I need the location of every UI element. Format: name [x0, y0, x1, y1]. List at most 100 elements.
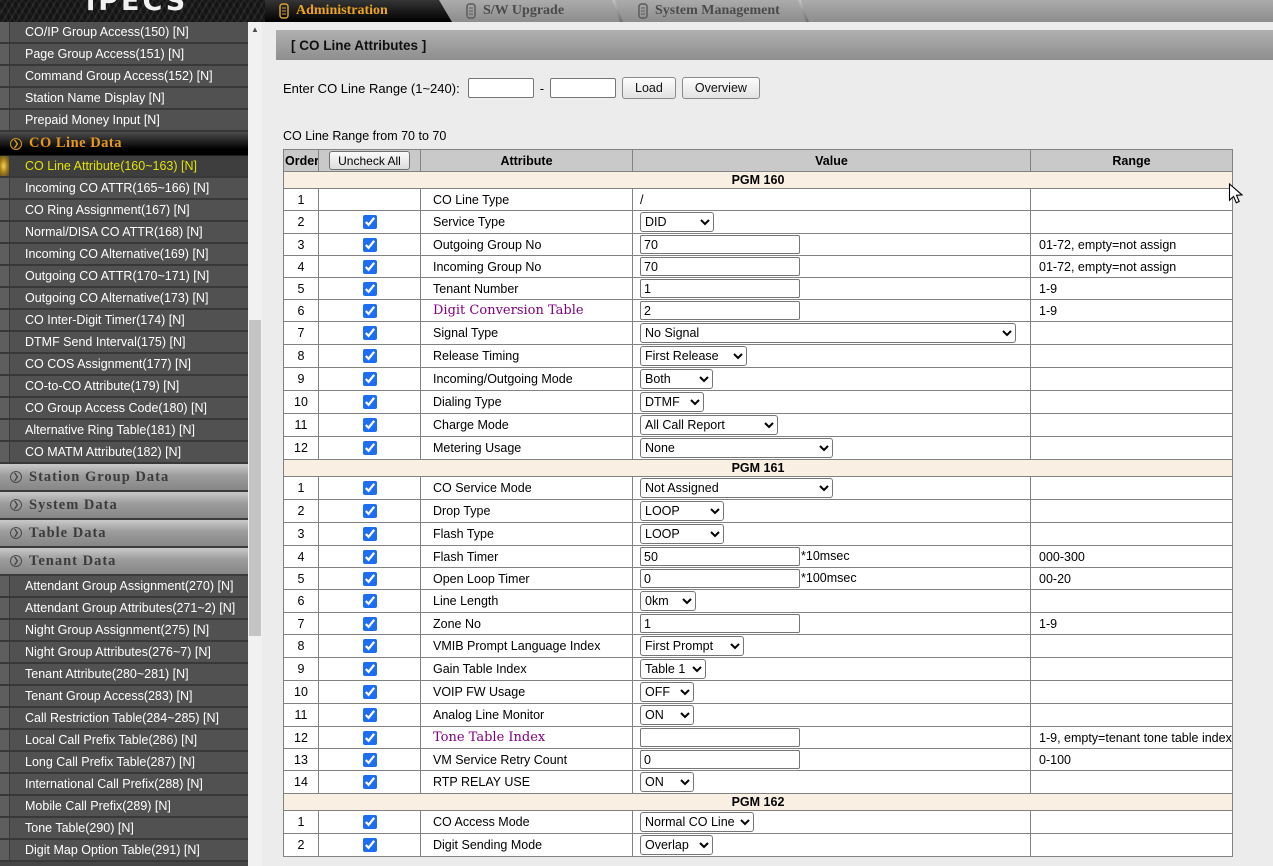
sidebar-section-tenant-data[interactable]: ❯ Tenant Data	[0, 548, 248, 576]
uncheck-all-button[interactable]: Uncheck All	[329, 151, 410, 170]
value-select-voip-fw-usage[interactable]: OFF	[640, 682, 694, 702]
attribute-link-tone-table-index[interactable]: Tone Table Index	[433, 730, 545, 745]
sidebar-item-night-group-attributes-276-7-n[interactable]: Night Group Attributes(276~7) [N]	[0, 642, 248, 664]
sidebar-item-outgoing-co-alternative-173-n[interactable]: Outgoing CO Alternative(173) [N]	[0, 288, 248, 310]
sidebar-item-co-line-attribute-160-163-n[interactable]: CO Line Attribute(160~163) [N]	[0, 156, 248, 178]
sidebar-item-command-group-access-152-n[interactable]: Command Group Access(152) [N]	[0, 66, 248, 88]
sidebar-item-alternative-ring-table-181-n[interactable]: Alternative Ring Table(181) [N]	[0, 420, 248, 442]
row-checkbox[interactable]	[362, 775, 377, 790]
value-select-co-access-mode[interactable]: Normal CO Line	[640, 812, 754, 832]
sidebar-item-co-cos-assignment-177-n[interactable]: CO COS Assignment(177) [N]	[0, 354, 248, 376]
sidebar-item-outgoing-co-attr-170-171-n[interactable]: Outgoing CO ATTR(170~171) [N]	[0, 266, 248, 288]
row-checkbox[interactable]	[362, 527, 377, 542]
value-input-outgoing-group-no[interactable]	[640, 235, 800, 254]
sidebar-item-night-group-assignment-275-n[interactable]: Night Group Assignment(275) [N]	[0, 620, 248, 642]
row-checkbox[interactable]	[362, 237, 377, 252]
row-checkbox[interactable]	[362, 549, 377, 564]
value-select-digit-sending-mode[interactable]: Overlap	[640, 835, 713, 855]
value-input-flash-timer[interactable]	[640, 547, 800, 566]
row-checkbox[interactable]	[362, 395, 377, 410]
sidebar-item-digit-map-option-table-291-n[interactable]: Digit Map Option Table(291) [N]	[0, 840, 248, 862]
sidebar-item-attendant-group-attributes-271-2-n[interactable]: Attendant Group Attributes(271~2) [N]	[0, 598, 248, 620]
tab-sw-upgrade[interactable]: S/W Upgrade	[452, 0, 624, 22]
value-select-line-length[interactable]: 0km	[640, 591, 696, 611]
tab-administration[interactable]: Administration	[265, 0, 452, 22]
row-checkbox[interactable]	[362, 349, 377, 364]
row-checkbox[interactable]	[362, 571, 377, 586]
sidebar-item-station-name-display-n[interactable]: Station Name Display [N]	[0, 88, 248, 110]
value-input-digit-conversion-table[interactable]	[640, 301, 800, 320]
row-checkbox[interactable]	[362, 616, 377, 631]
sidebar-scrollbar-thumb[interactable]	[249, 320, 261, 636]
row-checkbox[interactable]	[362, 730, 377, 745]
load-button[interactable]: Load	[622, 77, 676, 99]
value-select-incoming-outgoing-mode[interactable]: Both	[640, 369, 713, 389]
value-input-incoming-group-no[interactable]	[640, 257, 800, 276]
value-select-analog-line-monitor[interactable]: ON	[640, 705, 694, 725]
sidebar-item-local-call-prefix-table-286-n[interactable]: Local Call Prefix Table(286) [N]	[0, 730, 248, 752]
value-select-gain-table-index[interactable]: Table 1	[640, 659, 706, 679]
sidebar-item-dtmf-send-interval-175-n[interactable]: DTMF Send Interval(175) [N]	[0, 332, 248, 354]
row-checkbox[interactable]	[362, 481, 377, 496]
row-checkbox[interactable]	[362, 639, 377, 654]
row-checkbox[interactable]	[362, 281, 377, 296]
row-checkbox[interactable]	[362, 685, 377, 700]
value-select-rtp-relay-use[interactable]: ON	[640, 772, 694, 792]
sidebar-item-incoming-co-alternative-169-n[interactable]: Incoming CO Alternative(169) [N]	[0, 244, 248, 266]
sidebar-item-tone-table-290-n[interactable]: Tone Table(290) [N]	[0, 818, 248, 840]
value-select-service-type[interactable]: DID	[640, 212, 714, 232]
row-checkbox[interactable]	[362, 504, 377, 519]
sidebar-item-international-call-prefix-288-n[interactable]: International Call Prefix(288) [N]	[0, 774, 248, 796]
sidebar-section-station-group-data[interactable]: ❯ Station Group Data	[0, 464, 248, 492]
row-checkbox[interactable]	[362, 815, 377, 830]
sidebar-item-long-call-prefix-table-287-n[interactable]: Long Call Prefix Table(287) [N]	[0, 752, 248, 774]
value-select-dialing-type[interactable]: DTMF	[640, 392, 704, 412]
range-to-input[interactable]	[550, 78, 617, 98]
scroll-up-arrow-icon[interactable]: ▲	[248, 22, 262, 37]
row-checkbox[interactable]	[362, 441, 377, 456]
sidebar-item-tenant-attribute-280-281-n[interactable]: Tenant Attribute(280~281) [N]	[0, 664, 248, 686]
tab-system-management[interactable]: System Management	[624, 0, 810, 22]
attribute-link-digit-conversion-table[interactable]: Digit Conversion Table	[433, 303, 584, 318]
row-checkbox[interactable]	[362, 215, 377, 230]
sidebar-section-system-data[interactable]: ❯ System Data	[0, 492, 248, 520]
value-input-vm-service-retry-count[interactable]	[640, 750, 800, 769]
sidebar-scrollbar[interactable]: ▲	[248, 22, 262, 866]
row-checkbox[interactable]	[362, 326, 377, 341]
sidebar-item-prepaid-money-input-n[interactable]: Prepaid Money Input [N]	[0, 110, 248, 132]
value-select-signal-type[interactable]: No Signal	[640, 323, 1016, 343]
sidebar-item-call-restriction-table-284-285-n[interactable]: Call Restriction Table(284~285) [N]	[0, 708, 248, 730]
range-from-input[interactable]	[467, 78, 534, 98]
row-checkbox[interactable]	[362, 752, 377, 767]
value-select-flash-type[interactable]: LOOP	[640, 524, 724, 544]
sidebar-item-co-to-co-attribute-179-n[interactable]: CO-to-CO Attribute(179) [N]	[0, 376, 248, 398]
sidebar-item-incoming-co-attr-165-166-n[interactable]: Incoming CO ATTR(165~166) [N]	[0, 178, 248, 200]
value-input-tone-table-index[interactable]	[640, 728, 800, 747]
sidebar-item-page-group-access-151-n[interactable]: Page Group Access(151) [N]	[0, 44, 248, 66]
sidebar-section-co-line-data[interactable]: ❯ CO Line Data	[0, 132, 248, 156]
sidebar-section-table-data[interactable]: ❯ Table Data	[0, 520, 248, 548]
value-input-tenant-number[interactable]	[640, 279, 800, 298]
sidebar-item-mobile-call-prefix-289-n[interactable]: Mobile Call Prefix(289) [N]	[0, 796, 248, 818]
row-checkbox[interactable]	[362, 838, 377, 853]
sidebar-item-co-inter-digit-timer-174-n[interactable]: CO Inter-Digit Timer(174) [N]	[0, 310, 248, 332]
sidebar-item-co-matm-attribute-182-n[interactable]: CO MATM Attribute(182) [N]	[0, 442, 248, 464]
sidebar-item-attendant-group-assignment-270-n[interactable]: Attendant Group Assignment(270) [N]	[0, 576, 248, 598]
value-select-charge-mode[interactable]: All Call Report	[640, 415, 778, 435]
row-checkbox[interactable]	[362, 372, 377, 387]
sidebar-item-tenant-group-access-283-n[interactable]: Tenant Group Access(283) [N]	[0, 686, 248, 708]
value-input-open-loop-timer[interactable]	[640, 569, 800, 588]
sidebar-item-co-ring-assignment-167-n[interactable]: CO Ring Assignment(167) [N]	[0, 200, 248, 222]
sidebar-item-normal-disa-co-attr-168-n[interactable]: Normal/DISA CO ATTR(168) [N]	[0, 222, 248, 244]
row-checkbox[interactable]	[362, 303, 377, 318]
value-select-vmib-prompt-language-index[interactable]: First Prompt	[640, 636, 744, 656]
overview-button[interactable]: Overview	[681, 77, 760, 99]
value-select-release-timing[interactable]: First Release	[640, 346, 747, 366]
value-input-zone-no[interactable]	[640, 614, 800, 633]
value-select-co-service-mode[interactable]: Not Assigned	[640, 478, 833, 498]
value-select-drop-type[interactable]: LOOP	[640, 501, 724, 521]
row-checkbox[interactable]	[362, 418, 377, 433]
sidebar-item-co-group-access-code-180-n[interactable]: CO Group Access Code(180) [N]	[0, 398, 248, 420]
row-checkbox[interactable]	[362, 259, 377, 274]
row-checkbox[interactable]	[362, 708, 377, 723]
